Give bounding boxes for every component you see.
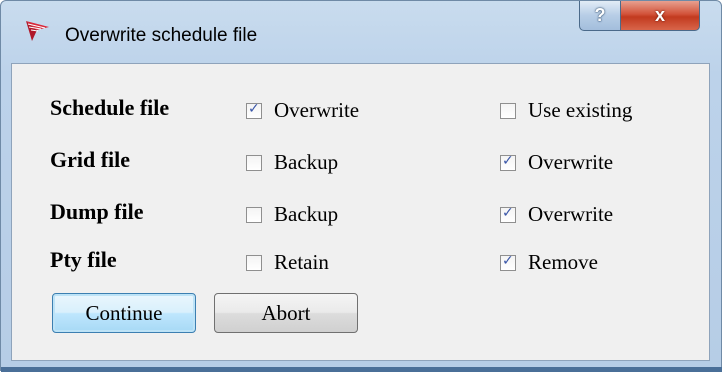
checkbox-label: Overwrite (528, 150, 614, 174)
dump-file-label: Dump file (50, 199, 144, 224)
grid-file-overwrite-checkbox[interactable]: Overwrite (500, 150, 613, 175)
window-bottom-border (1, 367, 722, 372)
schedule-file-overwrite-checkbox[interactable]: Overwrite (246, 98, 359, 123)
help-icon: ? (594, 5, 606, 25)
abort-button[interactable]: Abort (214, 293, 358, 333)
checkbox[interactable] (246, 101, 262, 119)
schedule-file-label: Schedule file (50, 95, 170, 120)
dialog-content: Schedule file Overwrite Use existing Gri… (11, 63, 710, 361)
dialog-window: Overwrite schedule file ? x Schedule fil… (0, 0, 722, 372)
checkbox[interactable] (246, 206, 262, 223)
checkbox[interactable] (246, 254, 262, 271)
checkbox-label: Backup (274, 202, 339, 226)
checkbox-label: Use existing (528, 98, 633, 122)
checkbox[interactable] (500, 102, 516, 119)
checkbox-label: Remove (528, 250, 598, 274)
checkbox[interactable] (500, 253, 516, 271)
schedule-file-use-existing-checkbox[interactable]: Use existing (500, 98, 632, 123)
checkbox-label: Retain (274, 250, 329, 274)
close-icon: x (654, 5, 665, 25)
app-logo-icon (26, 21, 49, 41)
grid-file-label: Grid file (50, 147, 131, 172)
help-button[interactable]: ? (579, 1, 621, 31)
continue-button[interactable]: Continue (52, 293, 196, 333)
grid-file-backup-checkbox[interactable]: Backup (246, 150, 338, 175)
dump-file-backup-checkbox[interactable]: Backup (246, 202, 338, 227)
title-bar[interactable]: Overwrite schedule file ? x (1, 1, 721, 59)
checkbox-label: Backup (274, 150, 339, 174)
close-button[interactable]: x (620, 1, 700, 31)
pty-file-remove-checkbox[interactable]: Remove (500, 250, 598, 275)
dump-file-overwrite-checkbox[interactable]: Overwrite (500, 202, 613, 227)
window-title: Overwrite schedule file (65, 25, 258, 46)
checkbox[interactable] (246, 154, 262, 171)
pty-file-retain-checkbox[interactable]: Retain (246, 250, 329, 275)
pty-file-label: Pty file (50, 247, 117, 272)
checkbox[interactable] (500, 205, 516, 223)
checkbox-label: Overwrite (274, 98, 360, 122)
checkbox[interactable] (500, 153, 516, 171)
checkbox-label: Overwrite (528, 202, 614, 226)
